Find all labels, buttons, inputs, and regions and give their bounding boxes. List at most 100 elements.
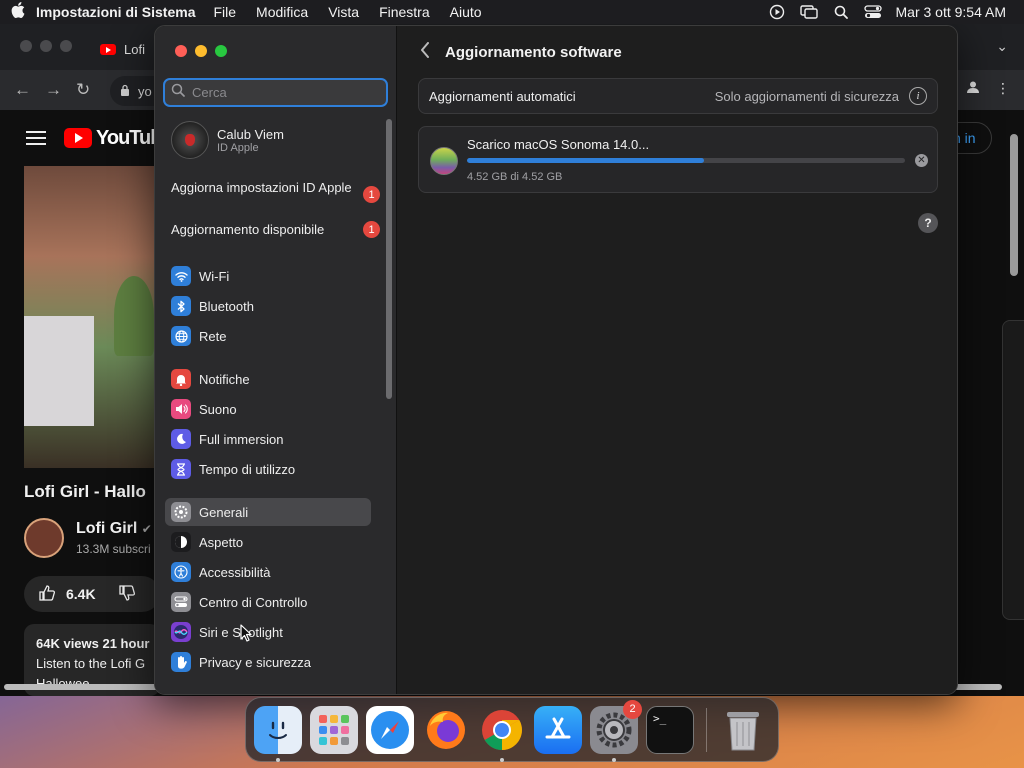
sidebar-item-aspetto[interactable]: Aspetto: [165, 528, 371, 556]
browser-forward-icon[interactable]: →: [45, 80, 62, 100]
address-bar-text: yo: [138, 83, 152, 99]
close-window-button[interactable]: [175, 45, 187, 57]
menu-help[interactable]: Aiuto: [450, 4, 482, 20]
dock-app-store[interactable]: [534, 705, 582, 754]
sidebar-item-label: Aspetto: [199, 534, 244, 550]
sidebar-item-tempo-di-utilizzo[interactable]: Tempo di utilizzo: [165, 455, 371, 483]
spotlight-search-icon[interactable]: [832, 4, 850, 20]
video-views-line: 64K views 21 hour: [36, 636, 150, 651]
subscriber-count: 13.3M subscri: [76, 542, 151, 556]
video-frame-laptop: [24, 316, 94, 426]
download-card: Scarico macOS Sonoma 14.0... 4.52 GB di …: [418, 126, 938, 193]
sidebar-item-label: Generali: [199, 504, 249, 520]
sidebar-item-siri-e-spotlight[interactable]: Siri e Spotlight: [165, 618, 371, 646]
sidebar-item-centro-di-controllo[interactable]: Centro di Controllo: [165, 588, 371, 616]
dock-trash[interactable]: [719, 706, 767, 754]
sidebar-item-notifiche[interactable]: Notifiche: [165, 365, 371, 393]
browser-reload-icon[interactable]: ↻: [76, 80, 90, 100]
browser-tab-youtube[interactable]: Lofi: [100, 34, 160, 64]
sidebar-item-label: Tempo di utilizzo: [199, 461, 296, 477]
macos-sonoma-icon: [430, 147, 458, 175]
dislike-icon[interactable]: [118, 584, 136, 605]
dock-firefox[interactable]: [422, 706, 470, 754]
dock: 2 >_: [245, 697, 779, 762]
control-center-icon[interactable]: [863, 4, 882, 20]
pane-header: Aggiornamento software: [397, 26, 957, 78]
automatic-updates-row[interactable]: Aggiornamenti automatici Solo aggiorname…: [418, 78, 938, 114]
launchpad-grid-icon: [319, 714, 349, 745]
apple-id-account[interactable]: Calub Viem ID Apple: [171, 121, 284, 159]
sidebar-item-suono[interactable]: Suono: [165, 395, 371, 423]
screen-mirroring-icon[interactable]: [799, 4, 818, 20]
moon-icon: [171, 429, 191, 449]
apple-menu-icon[interactable]: [0, 2, 36, 22]
back-chevron-icon[interactable]: [405, 41, 445, 63]
browser-menu-icon[interactable]: ⋮: [996, 80, 1010, 97]
dock-finder[interactable]: [254, 705, 302, 762]
account-subtitle: ID Apple: [217, 141, 259, 154]
video-player[interactable]: [24, 166, 164, 468]
accessibility-icon: [171, 562, 191, 582]
menu-view[interactable]: Vista: [328, 4, 359, 20]
dock-launchpad[interactable]: [310, 705, 358, 754]
automatic-updates-label: Aggiornamenti automatici: [429, 88, 576, 104]
now-playing-icon[interactable]: [768, 4, 786, 20]
zoom-window-button[interactable]: [215, 45, 227, 57]
lock-icon: [120, 84, 130, 99]
speaker-icon: [171, 399, 191, 419]
sidebar-item-label: Bluetooth: [199, 298, 254, 314]
info-icon[interactable]: i: [909, 87, 927, 105]
sidebar-item-full-immersion[interactable]: Full immersion: [165, 425, 371, 453]
menu-file[interactable]: File: [213, 4, 236, 20]
channel-avatar[interactable]: [24, 518, 64, 558]
dock-system-settings[interactable]: 2: [590, 699, 642, 762]
help-button[interactable]: ?: [918, 213, 938, 233]
browser-side-panel: [1002, 320, 1024, 620]
sidebar-item-rete[interactable]: Rete: [165, 322, 371, 350]
like-button[interactable]: 6.4K: [24, 576, 160, 612]
sidebar-item-label: Privacy e sicurezza: [199, 654, 311, 670]
browser-back-icon[interactable]: ←: [14, 80, 31, 100]
globe-icon: [171, 326, 191, 346]
notice-update-apple-id[interactable]: Aggiorna impostazioni ID Apple: [171, 180, 371, 196]
dock-safari[interactable]: [366, 705, 414, 754]
hamburger-menu-icon[interactable]: [26, 131, 46, 145]
video-frame-plant: [114, 276, 154, 356]
appearance-icon: [171, 532, 191, 552]
browser-tab-title: Lofi: [124, 41, 145, 57]
youtube-logo[interactable]: YouTub: [64, 127, 162, 150]
sidebar-item-label: Accessibilità: [199, 564, 271, 580]
minimize-window-button[interactable]: [195, 45, 207, 57]
active-app-name[interactable]: Impostazioni di Sistema: [36, 4, 195, 20]
settings-search-field[interactable]: [163, 78, 388, 107]
browser-scrollbar[interactable]: [1010, 134, 1018, 276]
bell-icon: [171, 369, 191, 389]
dock-separator: [706, 707, 707, 752]
channel-name[interactable]: Lofi Girl ✔: [76, 520, 152, 538]
dock-terminal[interactable]: >_: [646, 705, 694, 754]
download-progress-bar: [467, 158, 905, 163]
sidebar-item-privacy-e-sicurezza[interactable]: Privacy e sicurezza: [165, 648, 371, 676]
search-input[interactable]: [192, 85, 372, 100]
firefox-icon: [427, 710, 465, 749]
notice-update-available[interactable]: Aggiornamento disponibile: [171, 222, 371, 238]
browser-window-controls: [20, 40, 72, 52]
sidebar-item-accessibilit[interactable]: Accessibilità: [165, 558, 371, 586]
menubar-clock[interactable]: Mar 3 ott 9:54 AM: [896, 4, 1007, 20]
dock-chrome[interactable]: [478, 706, 526, 762]
running-indicator: [500, 757, 504, 762]
sidebar-item-label: Centro di Controllo: [199, 594, 308, 610]
download-progress-fill: [467, 158, 704, 163]
window-controls: [175, 45, 227, 57]
settings-sidebar: Calub Viem ID Apple Aggiorna impostazion…: [155, 26, 397, 694]
tab-list-chevron-icon[interactable]: ⌄: [996, 38, 1008, 55]
cancel-download-button[interactable]: ✕: [915, 154, 928, 167]
menu-window[interactable]: Finestra: [379, 4, 430, 20]
system-settings-window: Calub Viem ID Apple Aggiorna impostazion…: [154, 25, 958, 695]
sidebar-item-wi-fi[interactable]: Wi-Fi: [165, 262, 371, 290]
sidebar-item-bluetooth[interactable]: Bluetooth: [165, 292, 371, 320]
menu-edit[interactable]: Modifica: [256, 4, 308, 20]
profile-icon[interactable]: [966, 80, 980, 97]
sidebar-item-generali[interactable]: Generali: [165, 498, 371, 526]
sidebar-scrollbar[interactable]: [386, 119, 392, 399]
